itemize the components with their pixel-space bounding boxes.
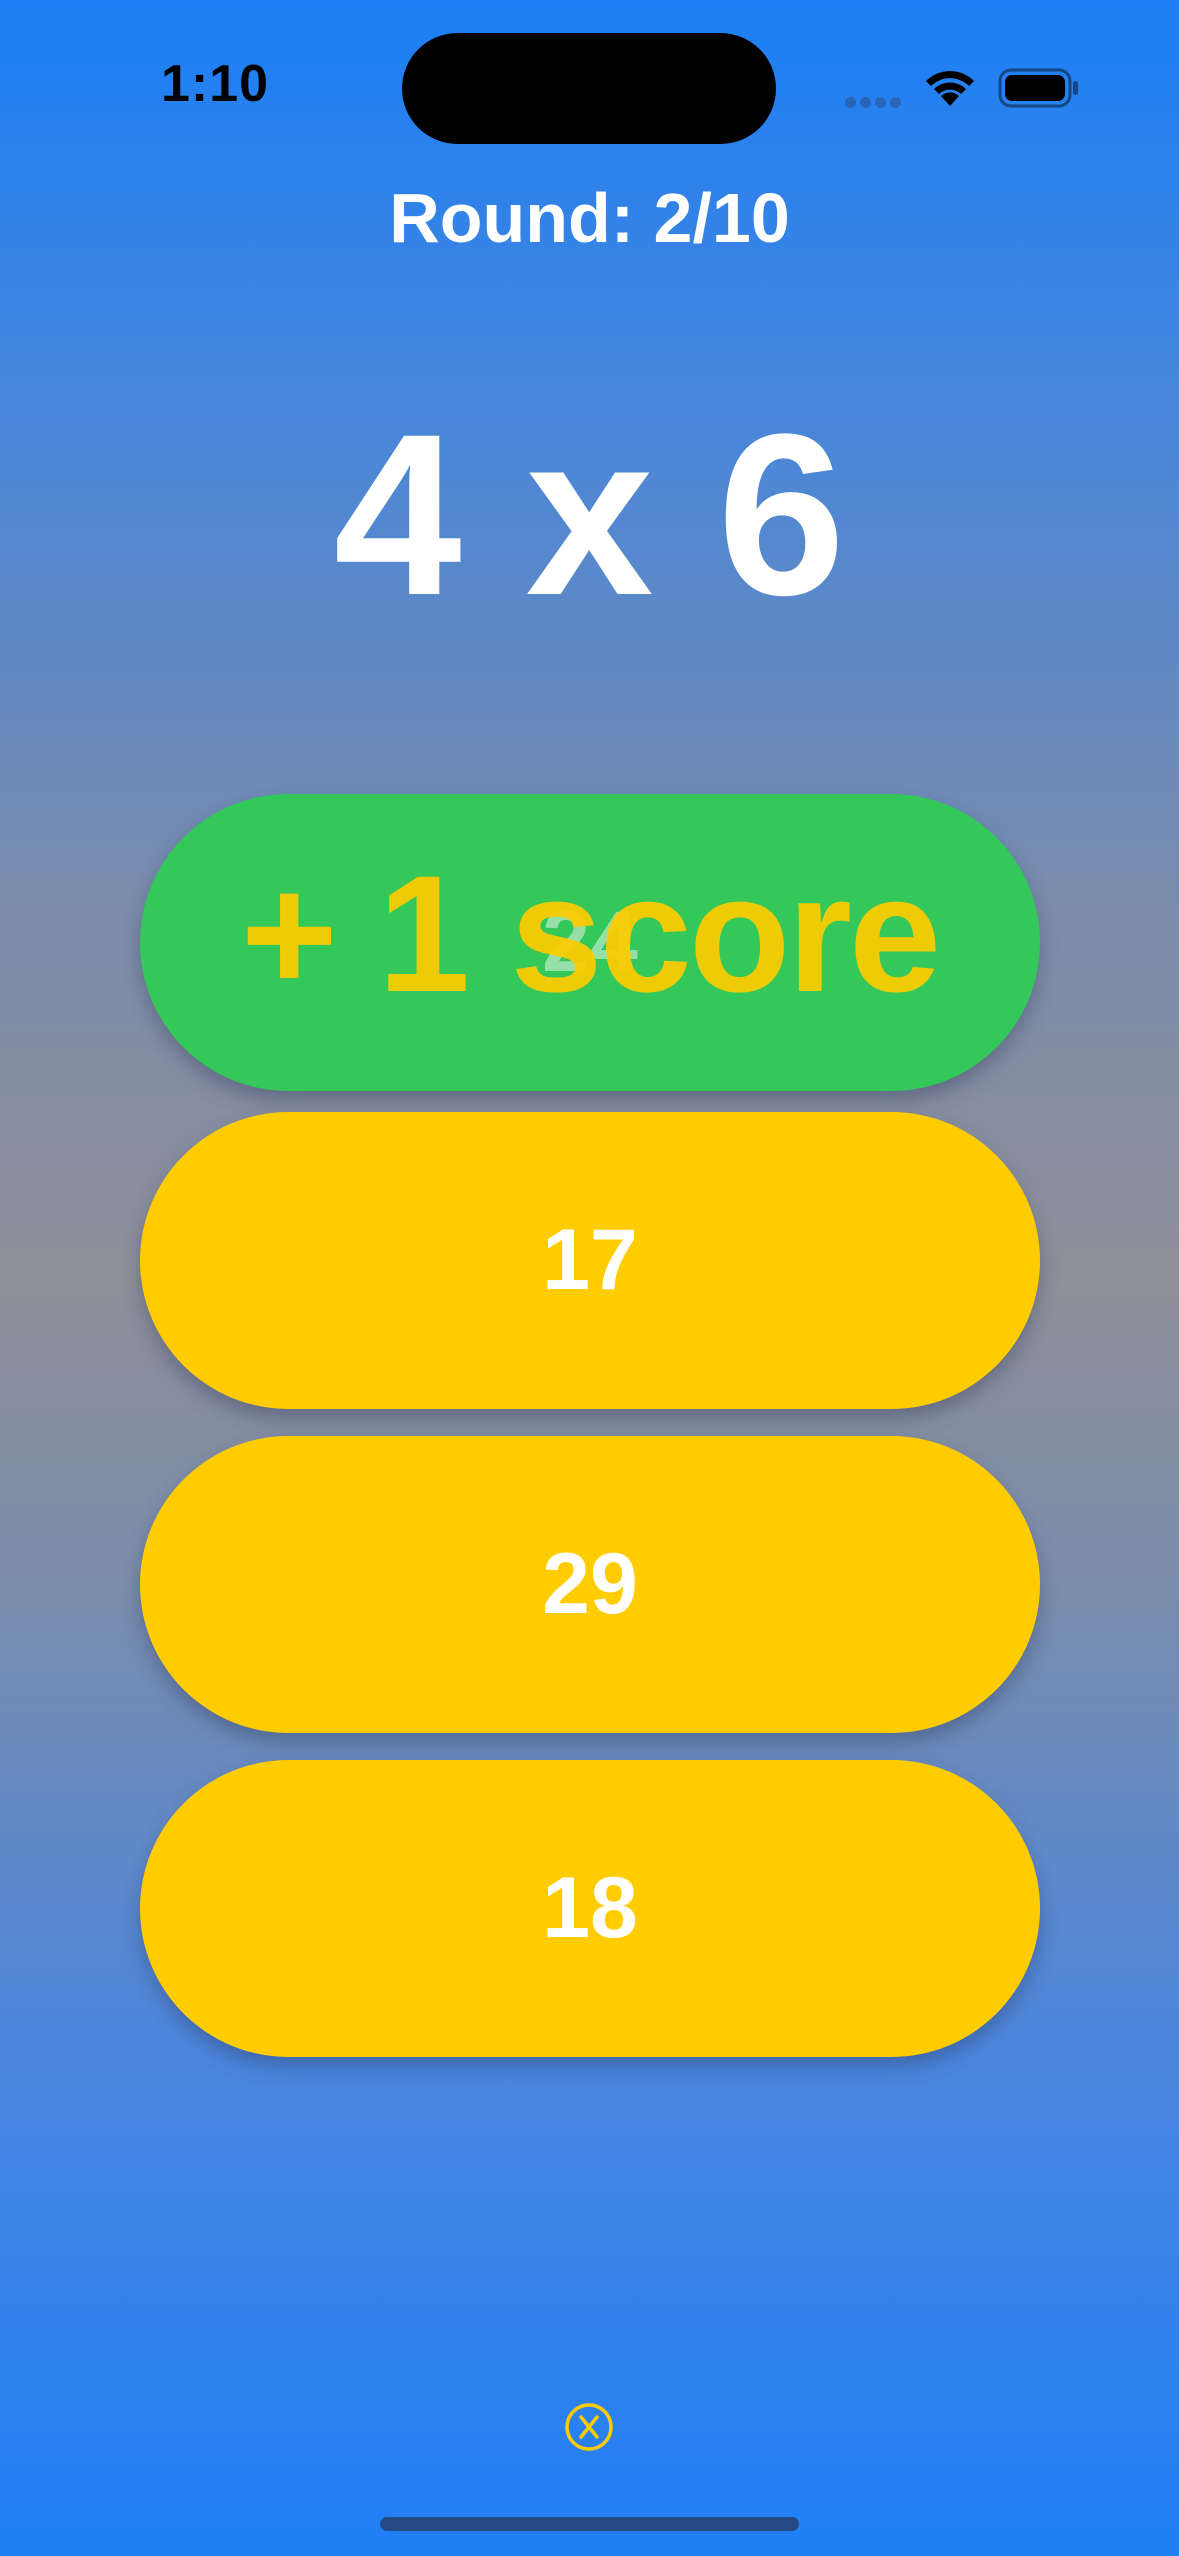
wifi-icon — [926, 71, 974, 106]
dynamic-island — [402, 33, 776, 144]
question-text: 4 x 6 — [333, 386, 846, 643]
status-bar: 1:10 — [0, 0, 1179, 144]
status-time: 1:10 — [160, 55, 270, 113]
answer-label: 17 — [542, 1212, 638, 1308]
answer-label: 29 — [542, 1536, 638, 1632]
answer-button-2[interactable]: 17 — [140, 1112, 1040, 1409]
answer-button-3[interactable]: 29 — [140, 1436, 1040, 1733]
home-indicator[interactable] — [380, 2517, 799, 2531]
battery-icon — [998, 68, 1078, 108]
score-popup: + 1 score — [240, 842, 941, 1027]
answer-button-4[interactable]: 18 — [140, 1760, 1040, 2057]
round-counter: Round: 2/10 — [389, 179, 790, 257]
close-icon[interactable] — [564, 2402, 614, 2452]
cellular-signal-icon — [845, 95, 905, 108]
answer-label: 18 — [542, 1860, 638, 1956]
